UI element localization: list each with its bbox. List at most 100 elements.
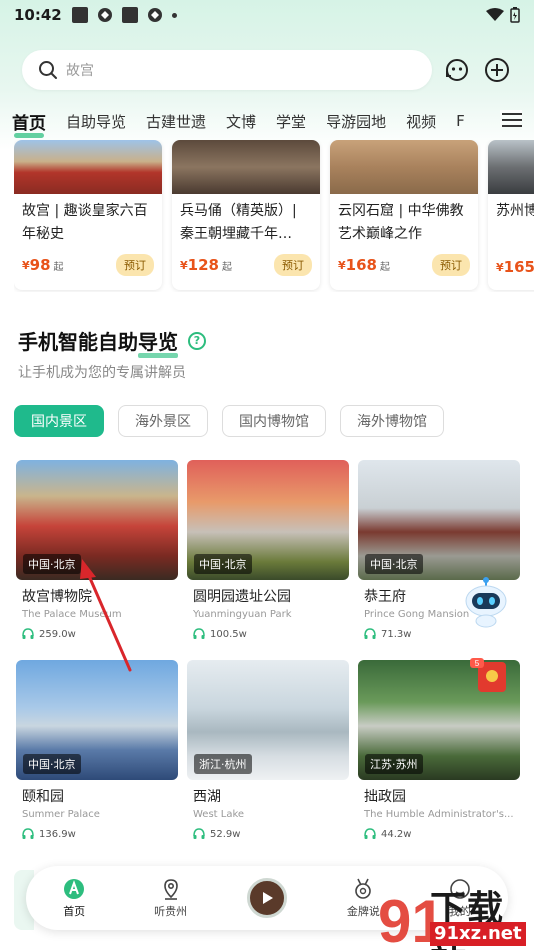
play-icon	[262, 892, 273, 904]
chip-domestic-scenic[interactable]: 国内景区	[14, 405, 104, 437]
scenic-english-name: The Humble Administrator's...	[364, 809, 514, 820]
forbidden-city-image	[14, 140, 162, 194]
chip-domestic-museums[interactable]: 国内博物馆	[222, 405, 326, 437]
yungang-grottoes-image	[330, 140, 478, 194]
headphones-icon	[364, 628, 376, 639]
play-count: 52.9w	[187, 828, 349, 840]
scenic-card[interactable]: 中国·北京 圆明园遗址公园 Yuanmingyuan Park 100.5w	[187, 460, 349, 640]
play-count-value: 44.2w	[381, 828, 412, 840]
chip-overseas-museums[interactable]: 海外博物馆	[340, 405, 444, 437]
scenic-name: 拙政园	[364, 789, 406, 805]
product-title: 云冈石窟 | 中华佛教艺术巅峰之作	[338, 203, 464, 242]
headphones-icon	[193, 828, 205, 839]
location-badge: 浙江·杭州	[194, 754, 252, 774]
more-notifications-dot	[171, 12, 177, 18]
book-button[interactable]: 预订	[432, 254, 470, 276]
product-card[interactable]: 云冈石窟 | 中华佛教艺术巅峰之作 ¥ 168 起 预订	[330, 140, 478, 290]
notification-icon	[71, 7, 88, 23]
product-card[interactable]: 故宫 | 趣谈皇家六百年秘史 ¥ 98 起 预订	[14, 140, 162, 290]
play-count-value: 71.3w	[381, 628, 412, 640]
scenic-english-name: Summer Palace	[22, 809, 100, 820]
tab-video[interactable]: 视频	[406, 111, 436, 132]
search-row: 故宫	[22, 50, 522, 90]
west-lake-image: 浙江·杭州	[187, 660, 349, 780]
suzhou-museum-image	[488, 140, 534, 194]
headphones-icon	[193, 628, 205, 639]
product-card-row: 故宫 | 趣谈皇家六百年秘史 ¥ 98 起 预订 兵马俑（精英版）| 秦王朝埋藏…	[14, 140, 534, 292]
add-icon[interactable]	[482, 55, 512, 85]
price-currency: ¥	[496, 260, 504, 274]
chip-overseas-scenic[interactable]: 海外景区	[118, 405, 208, 437]
tab-academy[interactable]: 学堂	[276, 111, 306, 132]
product-title: 苏州博物馆 | 苏式风	[496, 203, 534, 219]
location-badge: 中国·北京	[365, 554, 423, 574]
summer-palace-image: 中国·北京	[16, 660, 178, 780]
play-count: 44.2w	[358, 828, 520, 840]
product-card[interactable]: 苏州博物馆 | 苏式风 ¥ 165 起	[488, 140, 534, 290]
price-value: 128	[187, 256, 219, 274]
wifi-icon	[486, 8, 504, 21]
yuanmingyuan-image: 中国·北京	[187, 460, 349, 580]
book-button[interactable]: 预订	[274, 254, 312, 276]
menu-icon[interactable]	[500, 110, 522, 130]
section-subtitle: 让手机成为您的专属讲解员	[18, 365, 186, 381]
tab-home[interactable]: 首页	[12, 109, 46, 138]
price-value: 165	[503, 258, 534, 276]
tab-self-guide[interactable]: 自助导览	[66, 111, 126, 132]
section-title: 手机智能自助 导览 ?	[18, 326, 206, 358]
scenic-name: 颐和园	[22, 789, 64, 805]
customer-service-icon[interactable]	[442, 55, 472, 85]
location-badge: 中国·北京	[23, 754, 81, 774]
scenic-card[interactable]: 浙江·杭州 西湖 West Lake 52.9w	[187, 660, 349, 840]
status-time: 10:42	[14, 6, 62, 24]
red-packet-icon[interactable]: 5	[468, 656, 514, 696]
location-badge: 中国·北京	[194, 554, 252, 574]
region-filter: 国内景区 海外景区 国内博物馆 海外博物馆	[14, 405, 444, 437]
nav-listen[interactable]: 听贵州	[136, 878, 206, 919]
search-icon	[39, 61, 57, 79]
scenic-english-name: West Lake	[193, 809, 245, 820]
category-tabs: 首页 自助导览 古建世遗 文博 学堂 导游园地 视频 F	[0, 104, 534, 138]
price-currency: ¥	[180, 258, 188, 272]
app-notification-icon	[97, 7, 113, 23]
play-count: 136.9w	[16, 828, 178, 840]
play-count-value: 52.9w	[210, 828, 241, 840]
product-title: 兵马俑（精英版）| 秦王朝埋藏千年…	[180, 203, 297, 242]
play-button[interactable]	[246, 878, 287, 918]
tab-museums[interactable]: 文博	[226, 111, 256, 132]
prince-gong-mansion-image: 中国·北京	[358, 460, 520, 580]
status-right	[486, 7, 520, 23]
section-title-highlight: 导览	[138, 326, 178, 358]
product-card[interactable]: 兵马俑（精英版）| 秦王朝埋藏千年… ¥ 128 起 预订	[172, 140, 320, 290]
price-row: ¥ 165 起	[496, 258, 534, 276]
notification-icon-2	[121, 7, 138, 23]
svg-text:5: 5	[475, 659, 480, 668]
tab-guide-garden[interactable]: 导游园地	[326, 111, 386, 132]
price-unit: 起	[379, 261, 390, 273]
nav-home-label: 首页	[63, 904, 86, 918]
section-title-text: 手机智能自助	[18, 330, 138, 354]
watermark-url: 91xz.net	[430, 922, 526, 946]
tab-ancient-architecture[interactable]: 古建世遗	[146, 111, 206, 132]
scenic-name: 西湖	[193, 789, 221, 805]
book-button[interactable]: 预订	[116, 254, 154, 276]
search-input[interactable]: 故宫	[22, 50, 432, 90]
price-unit: 起	[221, 261, 232, 273]
price-row: ¥ 98 起 预订	[22, 254, 154, 276]
price-currency: ¥	[338, 258, 346, 272]
scenic-name: 圆明园遗址公园	[193, 589, 291, 605]
nav-player[interactable]	[232, 878, 302, 918]
annotation-arrow	[80, 559, 132, 672]
scenic-english-name: Yuanmingyuan Park	[193, 609, 292, 620]
tab-more-partial[interactable]: F	[456, 112, 465, 130]
price-row: ¥ 128 起 预订	[180, 254, 312, 276]
nav-home[interactable]: 首页	[39, 878, 109, 919]
robot-assistant-icon[interactable]	[462, 574, 510, 628]
home-icon	[64, 878, 85, 899]
play-count-value: 136.9w	[39, 828, 76, 840]
price-row: ¥ 168 起 预订	[338, 254, 470, 276]
help-icon[interactable]: ?	[188, 331, 206, 350]
play-count-value: 100.5w	[210, 628, 247, 640]
app-notification-icon-2	[147, 7, 163, 23]
scenic-card[interactable]: 中国·北京 颐和园 Summer Palace 136.9w	[16, 660, 178, 840]
